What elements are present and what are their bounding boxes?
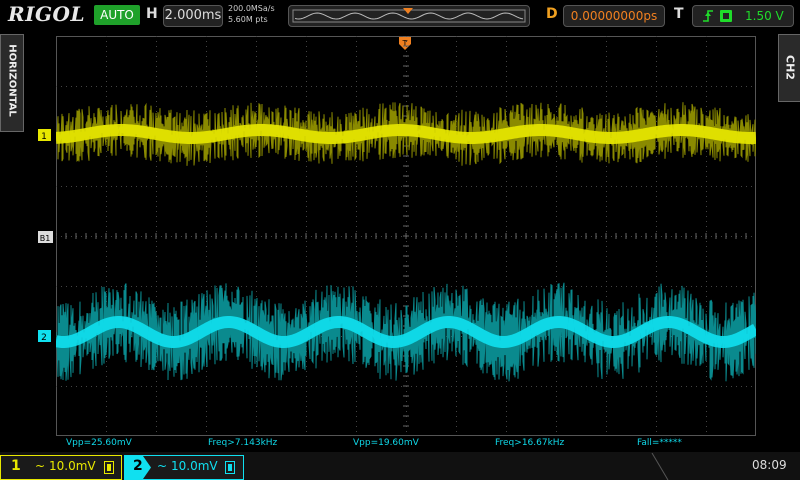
- graticule: [56, 36, 752, 432]
- memory-depth: 5.60M pts: [228, 15, 268, 24]
- ch2-waveform: [56, 282, 756, 382]
- ac-coupling-icon: ~: [157, 459, 168, 473]
- sample-rate: 200.0MSa/s: [228, 4, 275, 13]
- trigger-label: T: [674, 6, 684, 22]
- ch2-scale: 10.0mV: [171, 459, 218, 473]
- brand-logo: RIGOL: [8, 2, 86, 26]
- ch2-number: 2: [133, 458, 143, 474]
- ch2-marker-label: 2: [41, 333, 47, 342]
- bandwidth-limit-icon: [104, 461, 114, 474]
- run-mode-button[interactable]: AUTO: [94, 5, 140, 25]
- ch2-marker[interactable]: 2: [38, 330, 54, 342]
- horizontal-menu-tab[interactable]: HORIZONTAL: [0, 34, 24, 132]
- ch1-marker-label: 1: [41, 132, 47, 141]
- system-clock: 08:09: [752, 458, 787, 472]
- ac-coupling-icon: ~: [35, 459, 46, 473]
- ch2-menu-tab[interactable]: CH2: [778, 34, 800, 102]
- trigger-settings[interactable]: 1.50 V: [692, 5, 794, 27]
- ch2-settings-button[interactable]: 2 ~ 10.0mV: [124, 455, 244, 480]
- measurement-item: Vpp=19.60mV: [353, 438, 419, 448]
- ch1-settings-button[interactable]: 1 ~ 10.0mV: [0, 455, 122, 480]
- timebase-value[interactable]: 2.000ms: [163, 5, 223, 27]
- horizontal-label: H: [146, 6, 158, 22]
- ch1-scale: 10.0mV: [49, 459, 96, 473]
- ch2-tab-label: CH2: [783, 55, 797, 80]
- bottom-divider: [651, 453, 669, 480]
- edge-rising-icon: [703, 10, 713, 22]
- trigger-level-marker-label: B1: [40, 234, 51, 243]
- bandwidth-limit-icon: [225, 461, 235, 474]
- sample-info: 200.0MSa/s 5.60M pts: [228, 3, 275, 25]
- trigger-level-marker[interactable]: B1: [38, 231, 56, 243]
- horizontal-tab-label: HORIZONTAL: [6, 44, 18, 117]
- ch1-number: 1: [11, 458, 21, 474]
- measurement-item: Freq>7.143kHz: [208, 438, 278, 448]
- measurement-item: Freq>16.67kHz: [495, 438, 565, 448]
- delay-label: D: [546, 6, 558, 22]
- waveform-overview-icon: [292, 8, 526, 23]
- waveform-display[interactable]: [56, 36, 756, 436]
- measurement-item: Vpp=25.60mV: [66, 438, 132, 448]
- trigger-level-value: 1.50 V: [745, 9, 784, 23]
- ch1-marker[interactable]: 1: [38, 129, 54, 141]
- measurement-item: Fall=*****: [637, 438, 682, 448]
- memory-position-strip[interactable]: [288, 5, 530, 27]
- trigger-position-icon: [403, 8, 413, 14]
- delay-value[interactable]: 0.00000000ps: [563, 5, 665, 27]
